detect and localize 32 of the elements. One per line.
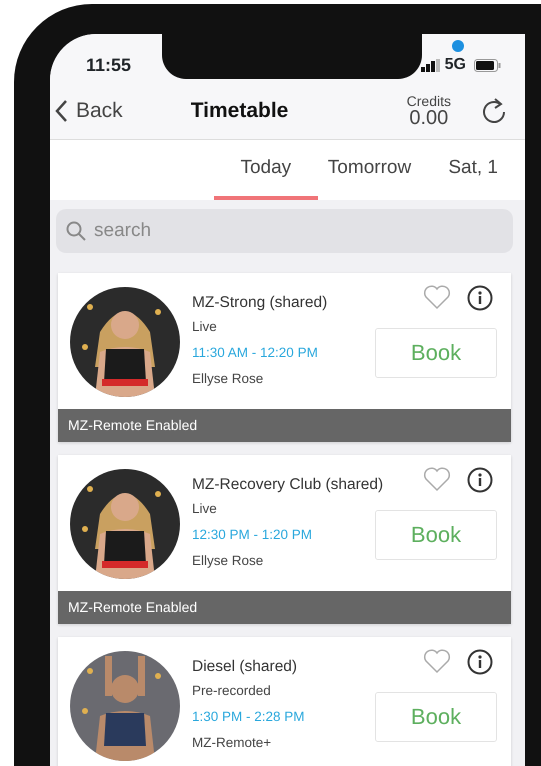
day-tab[interactable]: Tomorrow (318, 154, 422, 200)
class-title: MZ-Strong (shared) (192, 293, 328, 313)
class-type: Live (192, 500, 218, 518)
class-title: Diesel (shared) (192, 657, 298, 677)
search-icon (66, 221, 86, 241)
back-chevron-icon (54, 98, 68, 122)
instructor-name: MZ-Remote+ (192, 734, 272, 752)
class-type: Live (192, 318, 218, 336)
search-field[interactable]: search (56, 209, 513, 253)
back-link[interactable]: Back (54, 94, 123, 126)
battery-icon (474, 58, 501, 72)
info-icon[interactable] (467, 285, 493, 311)
day-tab[interactable]: Sat, 1 (421, 154, 525, 200)
instructor-name: Ellyse Rose (192, 552, 264, 570)
remote-enabled-bar: MZ-Remote Enabled (58, 409, 511, 442)
class-type: Pre-recorded (192, 682, 272, 700)
remote-enabled-bar: MZ-Remote Enabled (58, 591, 511, 624)
class-title: MZ-Recovery Club (shared) (192, 475, 384, 495)
credits-label: Credits (406, 94, 451, 108)
day-tab[interactable]: Today (214, 154, 318, 200)
info-icon[interactable] (467, 649, 493, 675)
class-time: 1:30 PM - 2:28 PM (192, 708, 306, 726)
credits-value: 0.00 (408, 108, 450, 128)
info-icon[interactable] (467, 467, 493, 493)
class-time: 12:30 PM - 1:20 PM (192, 526, 314, 544)
page-title: Timetable (190, 98, 288, 124)
refresh-icon[interactable] (481, 96, 507, 124)
instructor-name: Ellyse Rose (192, 370, 264, 388)
network-label: 5G (444, 55, 466, 75)
clock-time: 11:55 (86, 54, 132, 76)
signal-icon (420, 58, 441, 72)
class-time: 11:30 AM - 12:20 PM (192, 344, 319, 362)
